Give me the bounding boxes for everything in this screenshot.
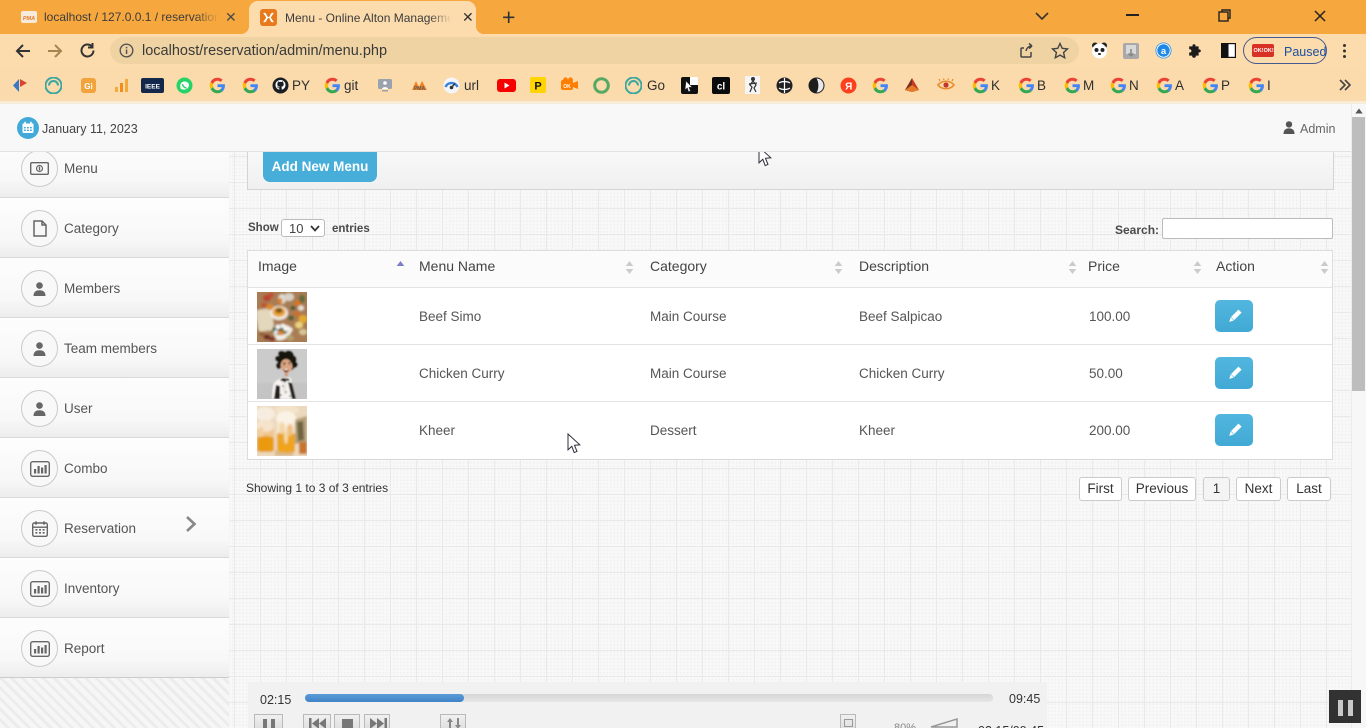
svg-text:Я: Я — [845, 82, 852, 93]
svg-text:PMA: PMA — [414, 86, 426, 91]
svg-text:IEEE: IEEE — [145, 84, 160, 91]
svg-text:Gi: Gi — [84, 82, 92, 91]
svg-text:PMA: PMA — [23, 16, 35, 22]
svg-text:a: a — [1161, 46, 1167, 57]
svg-text:P: P — [534, 81, 541, 93]
svg-text:cl: cl — [717, 82, 726, 93]
svg-text:OK: OK — [563, 84, 571, 90]
